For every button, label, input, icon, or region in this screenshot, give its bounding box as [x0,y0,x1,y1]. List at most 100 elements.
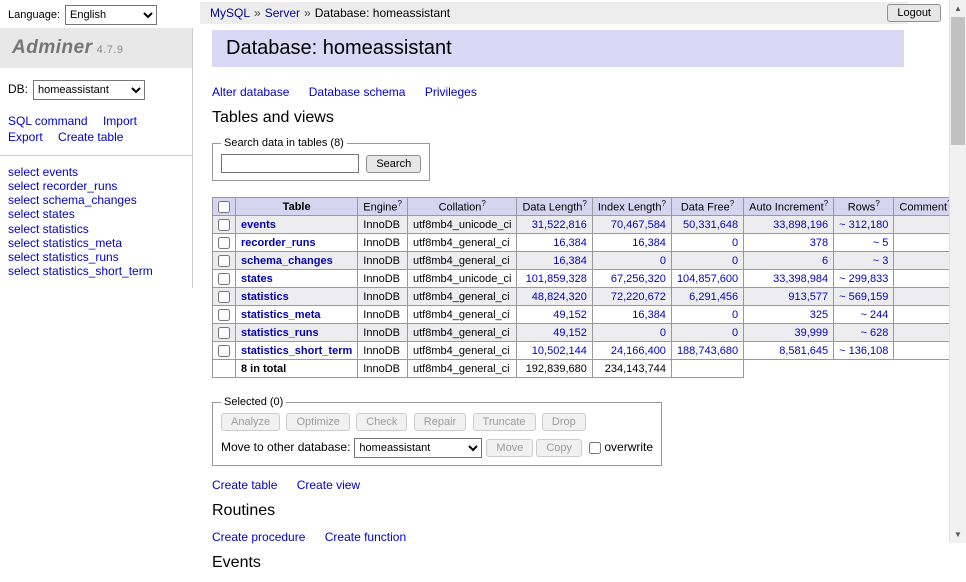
analyze-button[interactable]: Analyze [221,413,280,431]
index-length-link[interactable]: 16,384 [632,309,666,321]
data-length-link[interactable]: 10,502,144 [532,345,587,357]
data-length-link[interactable]: 16,384 [553,255,587,267]
create-table-link-main[interactable]: Create table [212,478,277,492]
index-length-link[interactable]: 16,384 [632,237,666,249]
auto-increment-link[interactable]: 8,581,645 [779,345,828,357]
rows-link[interactable]: ~ 136,108 [839,345,888,357]
table-name-link[interactable]: statistics [241,291,289,303]
data-free-link[interactable]: 0 [732,309,738,321]
data-length-link[interactable]: 31,522,816 [532,219,587,231]
repair-button[interactable]: Repair [414,413,466,431]
sidebar-table-link[interactable]: select recorder_runs [8,180,184,193]
table-name-link[interactable]: statistics_short_term [241,345,352,357]
search-button[interactable]: Search [366,155,421,173]
truncate-button[interactable]: Truncate [473,413,536,431]
auto-increment-link[interactable]: 33,898,196 [773,219,828,231]
scroll-up-icon[interactable]: ▲ [950,0,966,17]
index-length-link[interactable]: 72,220,672 [611,291,666,303]
data-length-link[interactable]: 49,152 [553,327,587,339]
sidebar-table-link[interactable]: select events [8,166,184,179]
data-free-link[interactable]: 0 [732,237,738,249]
table-name-link[interactable]: states [241,273,273,285]
auto-increment-link[interactable]: 39,999 [795,327,829,339]
data-free-link[interactable]: 188,743,680 [677,345,738,357]
language-select[interactable]: English [65,5,157,25]
data-free-link[interactable]: 104,857,600 [677,273,738,285]
check-button[interactable]: Check [356,413,407,431]
rows-link[interactable]: ~ 628 [861,327,889,339]
sidebar-table-link[interactable]: select statistics_runs [8,251,184,264]
auto-increment-link[interactable]: 33,398,984 [773,273,828,285]
copy-button[interactable]: Copy [536,439,582,457]
create-function-link[interactable]: Create function [325,530,406,544]
row-checkbox[interactable] [218,273,230,285]
table-name-link[interactable]: statistics_runs [241,327,319,339]
data-length-link[interactable]: 101,859,328 [526,273,587,285]
index-length-link[interactable]: 70,467,584 [611,219,666,231]
help-marker[interactable]: ? [875,199,879,208]
row-checkbox[interactable] [218,345,230,357]
sql-command-link[interactable]: SQL command [8,114,88,128]
sidebar-table-link[interactable]: select statistics_short_term [8,265,184,278]
create-view-link[interactable]: Create view [297,478,360,492]
table-name-link[interactable]: schema_changes [241,255,333,267]
database-schema-link[interactable]: Database schema [309,85,406,99]
auto-increment-link[interactable]: 378 [810,237,828,249]
help-marker[interactable]: ? [582,199,586,208]
rows-link[interactable]: ~ 569,159 [839,291,888,303]
scroll-thumb[interactable] [951,17,965,145]
rows-link[interactable]: ~ 299,833 [839,273,888,285]
rows-link[interactable]: ~ 312,180 [839,219,888,231]
data-length-link[interactable]: 16,384 [553,237,587,249]
move-database-select[interactable]: homeassistant [354,438,482,458]
rows-link[interactable]: ~ 244 [861,309,889,321]
overwrite-checkbox[interactable] [589,442,601,454]
row-checkbox[interactable] [218,291,230,303]
drop-button[interactable]: Drop [542,413,586,431]
sidebar-table-link[interactable]: select states [8,208,184,221]
row-checkbox[interactable] [218,309,230,321]
row-checkbox[interactable] [218,237,230,249]
data-length-link[interactable]: 49,152 [553,309,587,321]
table-name-link[interactable]: statistics_meta [241,309,321,321]
breadcrumb-server-link[interactable]: Server [265,6,300,20]
scrollbar[interactable]: ▲ ▼ [949,0,966,543]
data-free-link[interactable]: 50,331,648 [683,219,738,231]
data-free-link[interactable]: 0 [732,327,738,339]
help-marker[interactable]: ? [481,199,485,208]
rows-link[interactable]: ~ 5 [873,237,889,249]
help-marker[interactable]: ? [661,199,665,208]
search-input[interactable] [221,154,359,173]
breadcrumb-mysql-link[interactable]: MySQL [210,6,250,20]
data-length-link[interactable]: 48,824,320 [532,291,587,303]
logout-button[interactable]: Logout [887,4,941,22]
optimize-button[interactable]: Optimize [286,413,349,431]
help-marker[interactable]: ? [398,199,402,208]
sidebar-table-link[interactable]: select schema_changes [8,194,184,207]
import-link[interactable]: Import [103,114,137,128]
create-procedure-link[interactable]: Create procedure [212,530,305,544]
db-select[interactable]: homeassistant [33,80,145,100]
row-checkbox[interactable] [218,255,230,267]
scroll-down-icon[interactable]: ▼ [950,526,966,543]
privileges-link[interactable]: Privileges [425,85,477,99]
index-length-link[interactable]: 0 [660,255,666,267]
row-checkbox[interactable] [218,219,230,231]
data-free-link[interactable]: 6,291,456 [689,291,738,303]
sidebar-table-link[interactable]: select statistics [8,223,184,236]
table-name-link[interactable]: recorder_runs [241,237,316,249]
move-button[interactable]: Move [486,439,533,457]
data-free-link[interactable]: 0 [732,255,738,267]
index-length-link[interactable]: 0 [660,327,666,339]
create-table-link[interactable]: Create table [58,130,123,144]
table-name-link[interactable]: events [241,219,276,231]
select-all-checkbox[interactable] [218,201,230,213]
auto-increment-link[interactable]: 6 [822,255,828,267]
sidebar-table-link[interactable]: select statistics_meta [8,237,184,250]
auto-increment-link[interactable]: 913,577 [788,291,828,303]
index-length-link[interactable]: 67,256,320 [611,273,666,285]
help-marker[interactable]: ? [730,199,734,208]
auto-increment-link[interactable]: 325 [810,309,828,321]
help-marker[interactable]: ? [824,199,828,208]
alter-database-link[interactable]: Alter database [212,85,289,99]
